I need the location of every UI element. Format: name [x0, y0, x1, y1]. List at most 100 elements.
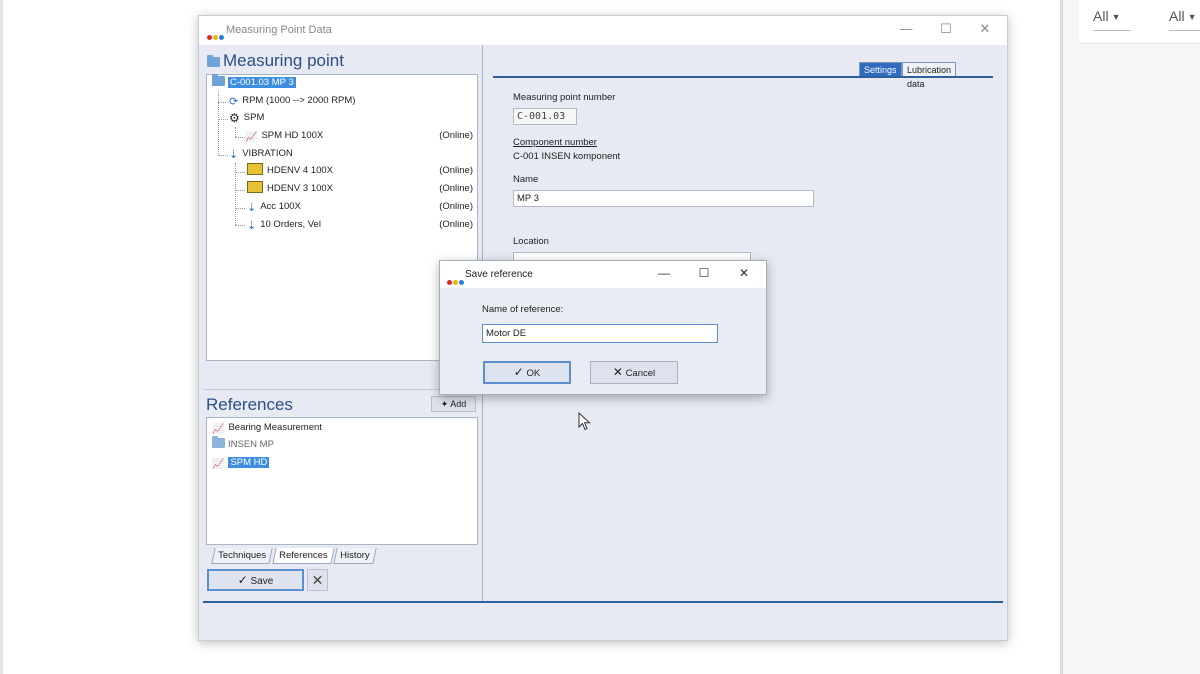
tree-line [218, 119, 228, 120]
tree-line [235, 208, 245, 209]
vibration-icon: ⇣ [229, 149, 239, 161]
close-icon[interactable]: ✕ [735, 266, 753, 280]
tree-item-vibration[interactable]: ⇣ VIBRATION [229, 146, 293, 162]
mouse-cursor-icon [578, 412, 591, 431]
tree-item-label: RPM (1000 --> 2000 RPM) [242, 95, 356, 106]
vibration-icon: ⇣ [247, 202, 257, 214]
caret-down-icon: ▼ [1111, 12, 1121, 22]
tree-item-label: VIBRATION [242, 148, 293, 159]
tree-item-hdenv3[interactable]: HDENV 3 100X [247, 181, 333, 197]
filter-dropdown-1[interactable]: All ▼ [1093, 8, 1131, 31]
caret-down-icon: ▼ [1187, 12, 1197, 22]
close-icon[interactable]: ✕ [975, 21, 995, 37]
tree-item-label: SPM [243, 112, 265, 123]
tree-line [218, 155, 228, 156]
spm-icon: ⚙ [229, 111, 240, 125]
tab-references[interactable]: References [271, 548, 334, 564]
tab-history[interactable]: History [332, 548, 376, 564]
minimize-icon[interactable]: — [896, 21, 916, 36]
maximize-icon[interactable]: ☐ [936, 21, 956, 37]
references-heading: References [206, 395, 293, 414]
dialog-titlebar[interactable]: Save reference — ☐ ✕ [440, 261, 766, 288]
close-icon: ✕ [612, 365, 623, 379]
cancel-button[interactable]: ✕ Cancel [590, 361, 678, 384]
tab-techniques[interactable]: Techniques [211, 548, 273, 564]
filter-label: All [1093, 8, 1109, 24]
rpm-icon: ⟳ [229, 96, 239, 108]
reference-name-input[interactable]: Motor DE [482, 324, 718, 343]
maximize-icon[interactable]: ☐ [695, 266, 713, 280]
page-edge [0, 0, 3, 674]
tree-line [235, 127, 236, 137]
reference-item-bearing[interactable]: 📈 Bearing Measurement [212, 420, 322, 436]
reference-label: SPM HD [228, 457, 270, 468]
tree-item-label: C-001.03 MP 3 [228, 77, 296, 88]
tree-item-spm-hd[interactable]: 📈 SPM HD 100X [245, 128, 323, 144]
tree-line [218, 102, 228, 103]
ok-button[interactable]: ✓ OK [483, 361, 571, 384]
plus-icon: ✦ [440, 399, 449, 409]
mp-number-label: Measuring point number [513, 92, 616, 103]
tree-item-spm[interactable]: ⚙ SPM [229, 110, 264, 126]
window-title: Measuring Point Data [226, 24, 332, 36]
save-reference-dialog: Save reference — ☐ ✕ Name of reference: … [439, 260, 767, 395]
tree-line [235, 225, 245, 226]
reference-label: INSEN MP [228, 439, 274, 450]
save-button[interactable]: ✓ Save [207, 569, 304, 591]
hd-env-icon [247, 181, 263, 193]
filter-dropdown-2[interactable]: All ▼ [1169, 8, 1200, 31]
measuring-point-tree[interactable]: C-001.03 MP 3 ⟳ RPM (1000 --> 2000 RPM) ⚙… [206, 74, 478, 361]
bottom-divider [203, 601, 1003, 603]
tree-item-rpm[interactable]: ⟳ RPM (1000 --> 2000 RPM) [229, 93, 355, 109]
app-logo-icon [447, 272, 465, 290]
tree-item-orders[interactable]: ⇣ 10 Orders, Vel [247, 217, 321, 233]
add-reference-button[interactable]: ✦ Add [431, 396, 476, 412]
window-titlebar[interactable]: Measuring Point Data — ☐ ✕ [199, 16, 1007, 45]
measurement-icon: 📈 [245, 132, 258, 143]
filter-label: All [1169, 8, 1185, 24]
right-filter-pane: All ▼ All ▼ [1060, 0, 1200, 674]
component-number-label: Component number [513, 137, 597, 148]
tree-line [235, 190, 245, 191]
folder-icon [212, 436, 225, 448]
component-number-value: C-001 INSEN komponent [513, 151, 621, 162]
folder-icon [207, 55, 220, 67]
references-list[interactable]: 📈 Bearing Measurement INSEN MP 📈 SPM HD [206, 417, 478, 545]
dialog-title: Save reference [465, 269, 533, 280]
tab-underline [493, 76, 993, 78]
tree-item-label: HDENV 4 100X [267, 165, 334, 176]
app-logo-icon [207, 27, 225, 45]
tree-line [235, 137, 245, 138]
tree-line [218, 91, 219, 156]
tree-item-acc[interactable]: ⇣ Acc 100X [247, 199, 301, 215]
name-field[interactable]: MP 3 [513, 190, 814, 207]
tree-item-status: (Online) [439, 183, 473, 194]
minimize-icon[interactable]: — [655, 266, 673, 280]
divider [203, 389, 479, 390]
tree-item-mp3[interactable]: C-001.03 MP 3 [212, 74, 296, 91]
reference-name-label: Name of reference: [482, 304, 564, 315]
reference-label: Bearing Measurement [228, 422, 322, 433]
mp-number-field[interactable]: C-001.03 [513, 108, 577, 125]
vibration-icon: ⇣ [247, 220, 257, 232]
check-icon: ✓ [513, 365, 524, 379]
tree-item-hdenv4[interactable]: HDENV 4 100X [247, 163, 333, 179]
tree-item-status: (Online) [439, 219, 473, 230]
tree-item-status: (Online) [439, 165, 473, 176]
tab-lubrication-data[interactable]: Lubrication data [902, 62, 957, 89]
tab-settings[interactable]: Settings [859, 62, 902, 76]
name-label: Name [513, 174, 539, 185]
tree-item-label: Acc 100X [260, 201, 301, 212]
filter-card: All ▼ All ▼ [1079, 0, 1200, 44]
bottom-tab-bar: Techniques References History [211, 545, 376, 564]
tree-item-label: HDENV 3 100X [267, 183, 334, 194]
close-icon: ✕ [311, 572, 324, 588]
reference-item-insen[interactable]: INSEN MP [212, 436, 274, 453]
discard-button[interactable]: ✕ [307, 569, 328, 591]
tree-item-label: 10 Orders, Vel [260, 219, 321, 230]
hd-env-icon [247, 163, 263, 175]
location-label: Location [513, 236, 549, 247]
measuring-point-heading: Measuring point [207, 51, 344, 71]
reference-item-spm-hd[interactable]: 📈 SPM HD [212, 455, 270, 471]
tree-line [235, 172, 245, 173]
